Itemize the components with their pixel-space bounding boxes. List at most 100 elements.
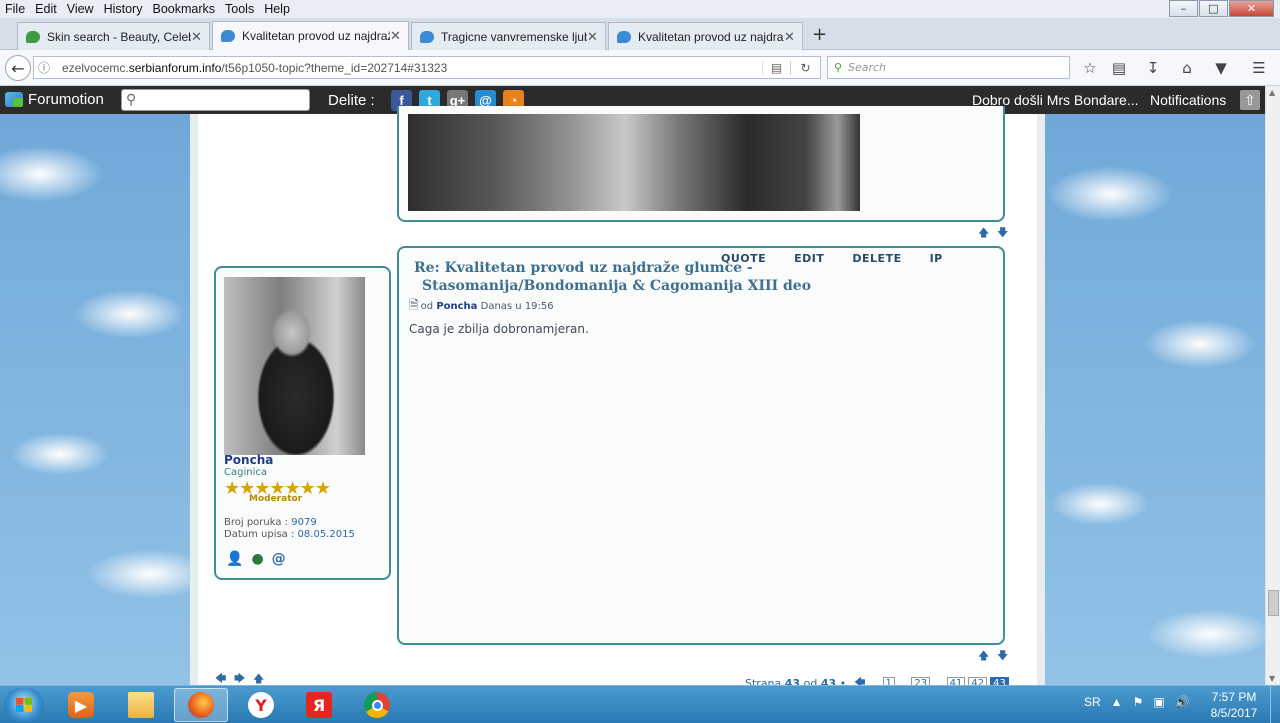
taskbar-file-explorer[interactable] bbox=[114, 688, 168, 722]
minimize-button[interactable]: – bbox=[1169, 0, 1198, 17]
taskbar-yandex-browser[interactable]: Y bbox=[234, 688, 288, 722]
ip-button[interactable]: IP bbox=[930, 252, 943, 265]
action-center-flag-icon[interactable]: ⚑ bbox=[1133, 695, 1144, 709]
avatar[interactable] bbox=[224, 277, 365, 455]
yandex-browser-icon: Y bbox=[248, 692, 274, 718]
tab-kvalitetan-provod-2[interactable]: Kvalitetan provod uz najdraže ✕ bbox=[608, 22, 803, 50]
menu-edit[interactable]: Edit bbox=[30, 2, 62, 16]
reader-view-icon[interactable]: ▤ bbox=[762, 60, 790, 75]
tab-label: Kvalitetan provod uz najdraže bbox=[638, 29, 784, 44]
tab-close-icon[interactable]: ✕ bbox=[784, 29, 802, 45]
forumotion-logo[interactable]: Forumotion bbox=[5, 91, 104, 108]
tab-close-icon[interactable]: ✕ bbox=[587, 29, 605, 45]
tab-kvalitetan-provod-active[interactable]: Kvalitetan provod uz najdraže ✕ bbox=[212, 21, 409, 50]
tab-label: Skin search - Beauty, Celebrit bbox=[47, 29, 191, 44]
forumotion-logo-icon bbox=[5, 92, 23, 107]
maximize-button[interactable]: □ bbox=[1199, 0, 1228, 17]
close-window-button[interactable]: ✕ bbox=[1229, 0, 1274, 17]
chrome-icon bbox=[364, 692, 390, 718]
pocket-icon[interactable]: ▼ bbox=[1210, 57, 1232, 79]
language-indicator[interactable]: SR bbox=[1084, 695, 1101, 709]
menu-view[interactable]: View bbox=[62, 2, 99, 16]
scrollbar-thumb[interactable] bbox=[1268, 590, 1279, 616]
menu-bar: File Edit View History Bookmarks Tools H… bbox=[0, 0, 1280, 18]
taskbar-media-player[interactable]: ▶ bbox=[54, 688, 108, 722]
scroll-up-arrow-icon[interactable]: 🡅 bbox=[978, 647, 989, 666]
menu-bookmarks[interactable]: Bookmarks bbox=[147, 2, 220, 16]
taskbar-firefox[interactable] bbox=[174, 688, 228, 722]
taskbar-clock[interactable]: 7:57 PM 8/5/2017 bbox=[1205, 689, 1263, 721]
new-tab-button[interactable]: + bbox=[812, 24, 827, 45]
scroll-up-arrow-icon[interactable]: 🡅 bbox=[978, 224, 989, 243]
windows-taskbar: ▶ Y Я SR ▲ ⚑ ▣ 🔊 7:57 PM 8/5/2017 bbox=[0, 685, 1280, 723]
url-text[interactable]: ezelvocemc.serbianforum.info/t56p1050-to… bbox=[54, 61, 762, 75]
forumotion-brand: Forumotion bbox=[28, 91, 104, 108]
navigation-bar: ← ⓘ ezelvocemc.serbianforum.info/t56p105… bbox=[0, 50, 1280, 86]
menu-help[interactable]: Help bbox=[259, 2, 295, 16]
menu-history[interactable]: History bbox=[99, 2, 148, 16]
post-time: Danas u 19:56 bbox=[480, 301, 554, 312]
scroll-down-arrow-icon[interactable]: 🡇 bbox=[997, 647, 1008, 666]
posts-label: Broj poruka : bbox=[224, 517, 289, 528]
back-button[interactable]: ← bbox=[5, 55, 31, 81]
poster-role: Moderator bbox=[249, 494, 303, 504]
post-title[interactable]: Re: Kvalitetan provod uz najdraže glumce… bbox=[414, 259, 892, 295]
posts-value: 9079 bbox=[291, 517, 317, 528]
post-body-box: QUOTE EDIT DELETE IP Re: Kvalitetan prov… bbox=[397, 246, 1005, 645]
reading-list-icon[interactable]: ▤ bbox=[1108, 57, 1130, 79]
url-path: /t56p1050-topic?theme_id=202714#31323 bbox=[221, 60, 448, 75]
url-bar[interactable]: ⓘ ezelvocemc.serbianforum.info/t56p1050-… bbox=[33, 56, 821, 79]
leaf-icon bbox=[26, 30, 40, 43]
collapse-toolbar-icon[interactable]: ⇧ bbox=[1240, 90, 1260, 110]
tab-bar: Skin search - Beauty, Celebrit ✕ Kvalite… bbox=[0, 18, 1280, 50]
taskbar-yandex[interactable]: Я bbox=[292, 688, 346, 722]
tab-close-icon[interactable]: ✕ bbox=[191, 29, 209, 45]
tray-overflow-icon[interactable]: ▲ bbox=[1111, 695, 1123, 709]
website-globe-icon[interactable]: ● bbox=[251, 551, 263, 567]
tab-tragicne[interactable]: Tragicne vanvremenske ljuba ✕ bbox=[411, 22, 606, 50]
chat-bubble-icon bbox=[617, 30, 631, 43]
home-icon[interactable]: ⌂ bbox=[1176, 57, 1198, 79]
download-icon[interactable]: ↧ bbox=[1142, 57, 1164, 79]
taskbar-chrome[interactable] bbox=[350, 688, 404, 722]
url-prefix: ezelvocemc. bbox=[62, 60, 129, 75]
email-icon[interactable]: @ bbox=[272, 551, 286, 567]
profile-icon[interactable]: 👤 bbox=[226, 551, 243, 567]
post-author[interactable]: Poncha bbox=[436, 301, 477, 312]
poster-name[interactable]: Poncha bbox=[224, 453, 273, 467]
post-document-icon: 🗎 bbox=[409, 298, 419, 312]
notifications-button[interactable]: Notifications bbox=[1150, 92, 1226, 108]
page-scrollbar[interactable]: ▲ ▼ bbox=[1265, 86, 1280, 685]
menu-tools[interactable]: Tools bbox=[220, 2, 259, 16]
search-bar[interactable]: ⚲ Search bbox=[827, 56, 1070, 79]
media-player-icon: ▶ bbox=[68, 692, 94, 718]
show-desktop-button[interactable] bbox=[1270, 686, 1280, 723]
info-icon[interactable]: ⓘ bbox=[34, 59, 54, 76]
hamburger-menu-icon[interactable]: ☰ bbox=[1248, 57, 1270, 79]
forum-search-input[interactable]: ⚲ bbox=[121, 89, 310, 111]
folder-icon bbox=[128, 692, 154, 718]
search-icon: ⚲ bbox=[833, 61, 843, 74]
volume-icon[interactable]: 🔊 bbox=[1175, 695, 1190, 709]
post-by-label: od bbox=[420, 301, 434, 312]
system-tray: SR ▲ ⚑ ▣ 🔊 bbox=[1084, 695, 1190, 709]
network-icon[interactable]: ▣ bbox=[1153, 695, 1164, 709]
joined-value: 08.05.2015 bbox=[297, 529, 355, 540]
share-label: Delite : bbox=[328, 92, 375, 109]
scroll-down-icon[interactable]: ▼ bbox=[1269, 674, 1275, 683]
joined-label: Datum upisa : bbox=[224, 529, 295, 540]
start-button[interactable] bbox=[4, 688, 44, 722]
menu-file[interactable]: File bbox=[0, 2, 30, 16]
reload-icon[interactable]: ↻ bbox=[790, 60, 820, 75]
windows-logo-icon bbox=[16, 698, 32, 712]
scroll-down-arrow-icon[interactable]: 🡇 bbox=[997, 224, 1008, 243]
poster-stats: Broj poruka : 9079 Datum upisa : 08.05.2… bbox=[224, 517, 355, 541]
bookmark-star-icon[interactable]: ☆ bbox=[1079, 57, 1101, 79]
tab-skin-search[interactable]: Skin search - Beauty, Celebrit ✕ bbox=[17, 22, 210, 50]
scroll-up-icon[interactable]: ▲ bbox=[1269, 88, 1275, 97]
firefox-icon bbox=[188, 692, 214, 718]
magnifier-icon: ⚲ bbox=[126, 91, 137, 107]
post-text: Caga je zbilja dobronamjeran. bbox=[409, 322, 589, 336]
url-domain: serbianforum.info bbox=[128, 60, 222, 75]
tab-close-icon[interactable]: ✕ bbox=[390, 28, 408, 44]
